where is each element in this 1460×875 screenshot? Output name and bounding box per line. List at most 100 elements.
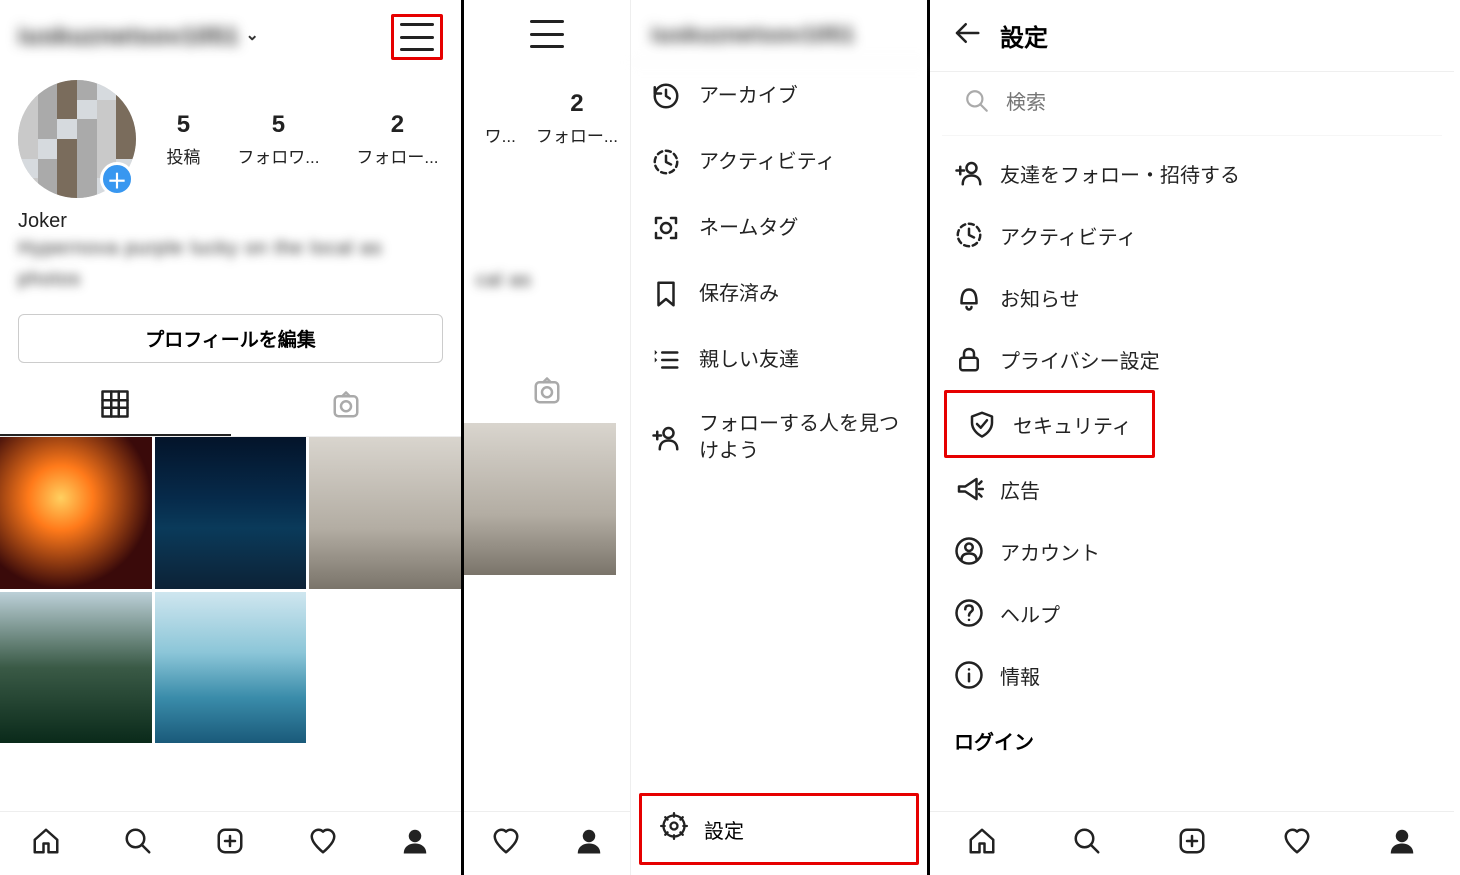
stats-row: 5 投稿 5 フォロワ... 2 フォロー... <box>162 111 443 168</box>
edit-profile-button[interactable]: プロフィールを編集 <box>18 314 443 363</box>
drawer-item-label: 親しい友達 <box>699 347 799 374</box>
settings-item-notifications[interactable]: お知らせ <box>930 266 1454 328</box>
drawer-item-activity[interactable]: アクティビティ <box>631 129 927 195</box>
activity-icon <box>651 147 681 177</box>
stat-followers-label: フォロワ... <box>237 143 319 168</box>
post-thumb-2[interactable] <box>155 437 307 589</box>
post-grid <box>0 437 461 743</box>
partial-stats: ワ... 2 フォロー... <box>464 60 630 147</box>
nav-profile-icon[interactable] <box>400 826 430 861</box>
partial-bio: cal as <box>464 147 630 296</box>
stat-posts[interactable]: 5 投稿 <box>166 111 200 168</box>
settings-item-info[interactable]: 情報 <box>930 644 1454 706</box>
tab-tagged[interactable] <box>231 379 462 436</box>
profile-partial-background: ワ... 2 フォロー... cal as <box>464 0 630 875</box>
post-thumb-empty <box>309 592 461 744</box>
bio-section: Joker Hypernova purple lucky on the loca… <box>0 202 461 300</box>
settings-item-account[interactable]: アカウント <box>930 520 1454 582</box>
partial-following-label: フォロー... <box>536 122 618 147</box>
profile-tabs <box>0 379 461 437</box>
activity-icon <box>954 220 984 250</box>
settings-item-security[interactable]: セキュリティ <box>953 399 1146 449</box>
settings-item-activity[interactable]: アクティビティ <box>930 204 1454 266</box>
stat-followers-value: 5 <box>237 111 319 139</box>
post-thumb-1[interactable] <box>0 437 152 589</box>
nav-add-icon[interactable] <box>1177 826 1207 861</box>
search-input[interactable] <box>1006 92 1420 115</box>
bio-line-2: photos <box>18 266 443 295</box>
username-label: iuskuznetsov1051 <box>18 23 239 51</box>
settings-item-label: お知らせ <box>1000 283 1080 312</box>
settings-bottom-nav <box>930 811 1454 875</box>
nav-home-icon[interactable] <box>967 826 997 861</box>
chevron-down-icon: ⌄ <box>245 25 258 45</box>
nav-heart-icon[interactable] <box>1282 826 1312 861</box>
drawer-item-label: 保存済み <box>699 281 779 308</box>
stat-followers[interactable]: 5 フォロワ... <box>237 111 319 168</box>
nav-heart-icon[interactable] <box>491 826 521 861</box>
settings-item-follow-invite[interactable]: 友達をフォロー・招待する <box>930 142 1454 204</box>
partial-followers-label: ワ... <box>485 122 516 147</box>
drawer-item-label: アクティビティ <box>699 149 836 176</box>
partial-tagged-icon[interactable] <box>532 376 562 411</box>
drawer-item-discover[interactable]: フォローする人を見つけよう <box>631 393 927 483</box>
partial-stat-followers[interactable]: ワ... <box>485 90 516 147</box>
settings-item-privacy[interactable]: プライバシー設定 <box>930 328 1454 390</box>
archive-icon <box>651 81 681 111</box>
settings-item-label: アカウント <box>1000 537 1100 566</box>
partial-followers-num <box>485 90 516 118</box>
nav-profile-icon[interactable] <box>1387 826 1417 861</box>
bell-icon <box>954 282 984 312</box>
nav-search-icon[interactable] <box>123 826 153 861</box>
drawer-item-saved[interactable]: 保存済み <box>631 261 927 327</box>
login-section-label: ログイン <box>930 706 1454 763</box>
settings-list: 友達をフォロー・招待する アクティビティ お知らせ プライバシー設定 セキュリテ… <box>930 136 1454 769</box>
partial-stat-following[interactable]: 2 フォロー... <box>536 90 618 147</box>
nav-search-icon[interactable] <box>1072 826 1102 861</box>
account-icon <box>954 536 984 566</box>
stat-following[interactable]: 2 フォロー... <box>356 111 438 168</box>
partial-thumb[interactable] <box>464 423 616 575</box>
drawer-item-label: ネームタグ <box>699 215 798 242</box>
nav-home-icon[interactable] <box>31 826 61 861</box>
post-thumb-3[interactable] <box>309 437 461 589</box>
back-arrow-icon[interactable] <box>952 18 982 53</box>
highlight-hamburger <box>391 14 443 60</box>
grid-icon <box>100 389 130 424</box>
settings-screen: 設定 友達をフォロー・招待する アクティビティ お知らせ プライバシー設定 セキ… <box>930 0 1454 875</box>
drawer-item-nametag[interactable]: ネームタグ <box>631 195 927 261</box>
drawer-item-close-friends[interactable]: 親しい友達 <box>631 327 927 393</box>
avatar-wrap[interactable]: ＋ <box>18 80 136 198</box>
drawer-footer-settings[interactable]: 設定 <box>644 798 914 860</box>
nav-add-icon[interactable] <box>215 826 245 861</box>
bottom-nav <box>0 811 461 875</box>
settings-item-label: 広告 <box>1000 475 1040 504</box>
username-switcher[interactable]: iuskuznetsov1051 ⌄ <box>18 23 259 51</box>
nav-profile-icon[interactable] <box>574 826 604 861</box>
settings-item-ads[interactable]: 広告 <box>930 458 1454 520</box>
add-friend-icon <box>954 158 984 188</box>
megaphone-icon <box>954 474 984 504</box>
settings-item-label: 友達をフォロー・招待する <box>1000 159 1240 188</box>
info-icon <box>954 660 984 690</box>
drawer-list: アーカイブ アクティビティ ネームタグ 保存済み 親しい友達 フォローする人を見… <box>631 63 927 793</box>
settings-item-help[interactable]: ヘルプ <box>930 582 1454 644</box>
settings-label: 設定 <box>704 815 744 844</box>
settings-header: 設定 <box>930 0 1454 72</box>
search-row[interactable] <box>942 72 1442 136</box>
partial-bottom-nav <box>464 811 630 875</box>
profile-screen: iuskuznetsov1051 ⌄ ＋ 5 投稿 <box>0 0 464 875</box>
menu-drawer-screen: ワ... 2 フォロー... cal as iuskuznetsov1051 <box>464 0 930 875</box>
profile-header: iuskuznetsov1051 ⌄ <box>0 0 461 72</box>
add-story-icon[interactable]: ＋ <box>100 162 134 196</box>
drawer-item-archive[interactable]: アーカイブ <box>631 63 927 129</box>
post-thumb-4[interactable] <box>0 592 152 744</box>
nav-heart-icon[interactable] <box>308 826 338 861</box>
post-thumb-5[interactable] <box>155 592 307 744</box>
settings-item-label: 情報 <box>1000 661 1040 690</box>
tab-grid[interactable] <box>0 379 231 436</box>
settings-item-label: アクティビティ <box>1000 221 1137 250</box>
hamburger-menu-icon[interactable] <box>400 23 434 51</box>
partial-grid <box>464 423 630 575</box>
hamburger-menu-icon[interactable] <box>530 20 564 48</box>
